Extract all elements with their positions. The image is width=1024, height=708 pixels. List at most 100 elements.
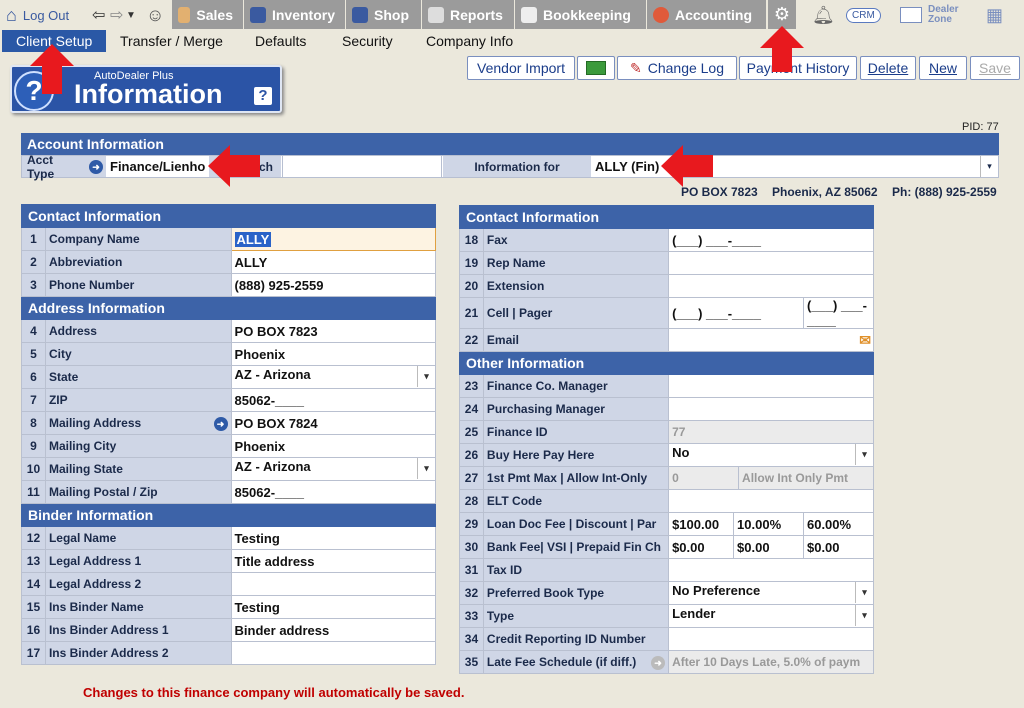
discount-input[interactable]: 10.00%	[733, 512, 804, 536]
email-input[interactable]: ✉	[668, 328, 874, 352]
company-name-input[interactable]: ALLY	[230, 227, 437, 251]
table-row: 32 Preferred Book Type ▾ No Preference	[459, 581, 874, 605]
row-label: Tax ID	[482, 558, 670, 582]
phone-number-input[interactable]: (888) 925-2559	[230, 273, 437, 297]
goto-arrow-icon[interactable]: ➜	[89, 160, 103, 174]
subnav-defaults[interactable]: Defaults	[255, 30, 306, 52]
finance-manager-input[interactable]	[668, 374, 874, 398]
par-input[interactable]: 60.00%	[802, 512, 875, 536]
subnav-transfer-merge[interactable]: Transfer / Merge	[120, 30, 223, 52]
tab-sales[interactable]: Sales	[172, 0, 244, 29]
row-label: Purchasing Manager	[482, 397, 670, 421]
prepaid-fin-ch-input[interactable]: $0.00	[802, 535, 875, 559]
chevron-down-icon[interactable]: ▾	[417, 458, 435, 479]
fax-input[interactable]: (___) ___-____	[668, 228, 874, 252]
ins-binder-address-1-input[interactable]: Binder address	[230, 618, 437, 642]
help-icon[interactable]: ?	[254, 87, 272, 105]
ins-binder-name-input[interactable]: Testing	[230, 595, 437, 619]
address-box: PO BOX 7823	[681, 185, 758, 199]
row-label: Mailing State	[44, 457, 232, 481]
legal-address-2-input[interactable]	[230, 572, 437, 596]
bank-fee-input[interactable]: $0.00	[668, 535, 735, 559]
info-for-select[interactable]: ALLY (Fin)	[592, 156, 980, 177]
dealer-zone-link[interactable]: Dealer Zone	[900, 0, 964, 30]
forward-arrow-icon[interactable]: ⇨	[110, 0, 123, 30]
user-face-icon[interactable]: ☺	[146, 0, 164, 30]
vsi-input[interactable]: $0.00	[733, 535, 804, 559]
save-button[interactable]: Save	[970, 56, 1020, 80]
type-select[interactable]: ▾ Lender	[668, 604, 874, 628]
tab-inventory[interactable]: Inventory	[244, 0, 346, 29]
back-arrow-icon[interactable]: ⇦	[92, 0, 105, 30]
mailing-zip-input[interactable]: 85062-____	[230, 480, 437, 504]
city-input[interactable]: Phoenix	[230, 342, 437, 366]
extension-input[interactable]	[668, 274, 874, 298]
delete-button[interactable]: Delete	[860, 56, 916, 80]
table-row: 10 Mailing State ▾ AZ - Arizona	[21, 457, 437, 481]
address-input[interactable]: PO BOX 7823	[230, 319, 437, 343]
late-fee-arrow-icon[interactable]: ➜	[651, 655, 666, 670]
chevron-down-icon[interactable]: ▾	[855, 605, 873, 626]
tab-accounting[interactable]: Accounting	[647, 0, 767, 29]
rep-name-input[interactable]	[668, 251, 874, 275]
purchasing-manager-input[interactable]	[668, 397, 874, 421]
calculator-icon[interactable]: ▦	[986, 0, 1003, 30]
history-dropdown-icon[interactable]: ▼	[126, 0, 136, 30]
table-row: 28 ELT Code	[459, 489, 874, 513]
row-label: Mailing Postal / Zip	[44, 480, 232, 504]
vendor-import-button[interactable]: Vendor Import	[467, 56, 575, 80]
row-number: 1	[21, 227, 46, 251]
tab-reports[interactable]: Reports	[422, 0, 515, 29]
logout-link[interactable]: ⌂ Log Out	[6, 0, 69, 30]
credit-reporting-id-input[interactable]	[668, 627, 874, 651]
mailing-city-input[interactable]: Phoenix	[230, 434, 437, 458]
row-label: Address	[44, 319, 232, 343]
change-log-button[interactable]: ✎ Change Log	[617, 56, 737, 80]
row-label: Buy Here Pay Here	[482, 443, 670, 467]
preferred-book-type-value: No Preference	[672, 583, 761, 598]
tab-shop[interactable]: Shop	[346, 0, 422, 29]
acct-type-value[interactable]: Finance/Lienho	[107, 156, 208, 177]
table-row: 7 ZIP 85062-____	[21, 388, 437, 412]
table-row: 5 City Phoenix	[21, 342, 437, 366]
chevron-down-icon[interactable]: ▾	[417, 366, 435, 387]
logout-label: Log Out	[22, 7, 70, 23]
row-number: 20	[459, 274, 484, 298]
settings-gear-icon[interactable]: ⚙	[768, 0, 796, 29]
envelope-icon[interactable]: ✉	[859, 332, 871, 349]
abbreviation-input[interactable]: ALLY	[230, 250, 437, 274]
legal-name-input[interactable]: Testing	[230, 526, 437, 550]
mailing-state-select[interactable]: ▾ AZ - Arizona	[230, 457, 437, 481]
crm-button[interactable]: CRM	[846, 0, 881, 30]
table-row: 30 Bank Fee| VSI | Prepaid Fin Ch $0.00 $0.…	[459, 535, 875, 559]
new-button[interactable]: New	[919, 56, 967, 80]
copy-address-arrow-icon[interactable]: ➜	[213, 416, 228, 431]
table-row: 1 Company Name ALLY	[21, 227, 437, 251]
chevron-down-icon[interactable]: ▾	[855, 582, 873, 603]
info-for-dropdown-icon[interactable]: ▾	[980, 156, 998, 177]
subnav-company-info[interactable]: Company Info	[426, 30, 513, 52]
table-row: 14 Legal Address 2	[21, 572, 437, 596]
change-log-label: Change Log	[647, 60, 725, 76]
preferred-book-type-select[interactable]: ▾ No Preference	[668, 581, 874, 605]
bell-icon[interactable]: 🔔︎	[812, 0, 835, 30]
pager-input[interactable]: (___) ___-____	[802, 297, 875, 329]
search-input[interactable]	[282, 156, 442, 177]
mailing-address-input[interactable]: PO BOX 7824	[230, 411, 437, 435]
account-info-header: Account Information	[21, 133, 999, 155]
export-folder-button[interactable]	[577, 56, 615, 80]
bhph-select[interactable]: ▾ No	[668, 443, 874, 467]
row-number: 27	[459, 466, 484, 490]
chevron-down-icon[interactable]: ▾	[855, 444, 873, 465]
cell-input[interactable]: (___) ___-____	[668, 297, 804, 329]
ins-binder-address-2-input[interactable]	[230, 641, 437, 665]
zip-input[interactable]: 85062-____	[230, 388, 437, 412]
tab-bookkeeping[interactable]: Bookkeeping	[515, 0, 647, 29]
tax-id-input[interactable]	[668, 558, 874, 582]
legal-address-1-input[interactable]: Title address	[230, 549, 437, 573]
elt-code-input[interactable]	[668, 489, 874, 513]
state-select[interactable]: ▾ AZ - Arizona	[230, 365, 437, 389]
subnav-security[interactable]: Security	[342, 30, 393, 52]
row-label: Legal Address 2	[44, 572, 232, 596]
loan-doc-fee-input[interactable]: $100.00	[668, 512, 735, 536]
